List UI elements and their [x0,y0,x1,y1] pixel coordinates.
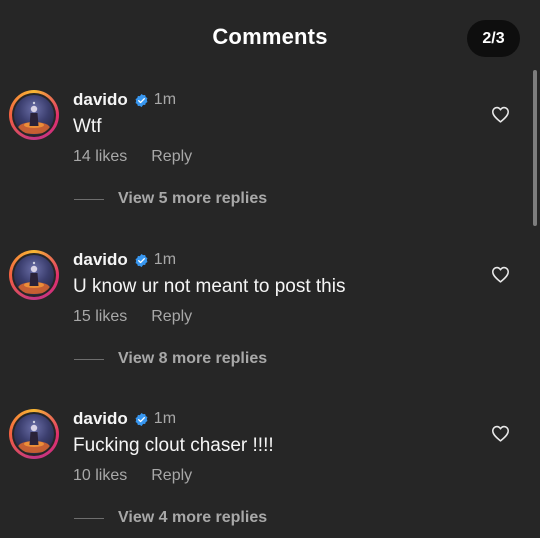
view-replies-label: View 4 more replies [118,509,268,526]
view-replies-button[interactable]: View 4 more replies [74,508,267,528]
comment-header: davido 1m [73,89,176,111]
comment-text: Fucking clout chaser !!!! [73,435,274,456]
comment-time: 1m [153,91,177,108]
comment-username[interactable]: davido [73,409,128,429]
likes-count[interactable]: 14 likes [73,148,127,166]
view-replies-button[interactable]: View 5 more replies [74,189,267,209]
page-title: Comments [212,24,328,49]
avatar-image [14,255,54,295]
likes-count[interactable]: 10 likes [73,467,127,485]
reply-divider-line [74,517,104,519]
heart-outline-icon[interactable] [491,425,510,442]
comment-meta: 15 likes Reply [73,308,192,326]
verified-badge-icon [134,412,149,427]
verified-badge-icon [134,253,149,268]
comment-username[interactable]: davido [73,250,128,270]
likes-count[interactable]: 15 likes [73,308,127,326]
comment-text: U know ur not meant to post this [73,276,346,297]
comment-item: davido 1m Wtf 14 likes Reply View 5 more… [0,81,540,231]
comment-text: Wtf [73,116,102,137]
comment-item: davido 1m U know ur not meant to post th… [0,241,540,391]
comments-screen: Comments 2/3 davido 1m Wtf 14 likes Repl… [0,0,540,538]
avatar-image [14,414,54,454]
avatar[interactable] [9,250,59,300]
comments-header: Comments 2/3 [0,0,540,76]
heart-outline-icon[interactable] [491,266,510,283]
comment-meta: 10 likes Reply [73,467,192,485]
heart-outline-icon[interactable] [491,106,510,123]
view-replies-label: View 8 more replies [118,350,268,367]
reply-button[interactable]: Reply [151,308,192,326]
reply-divider-line [74,358,104,360]
view-replies-label: View 5 more replies [118,190,268,207]
verified-badge-icon [134,93,149,108]
comment-header: davido 1m [73,249,176,271]
page-indicator-badge: 2/3 [467,20,520,57]
comment-time: 1m [153,251,177,268]
comment-username[interactable]: davido [73,90,128,110]
comment-time: 1m [153,410,177,427]
comment-header: davido 1m [73,408,176,430]
comment-item: davido 1m Fucking clout chaser !!!! 10 l… [0,400,540,538]
comment-meta: 14 likes Reply [73,148,192,166]
reply-button[interactable]: Reply [151,148,192,166]
view-replies-button[interactable]: View 8 more replies [74,349,267,369]
avatar-image [14,95,54,135]
avatar[interactable] [9,90,59,140]
reply-divider-line [74,198,104,200]
avatar[interactable] [9,409,59,459]
reply-button[interactable]: Reply [151,467,192,485]
